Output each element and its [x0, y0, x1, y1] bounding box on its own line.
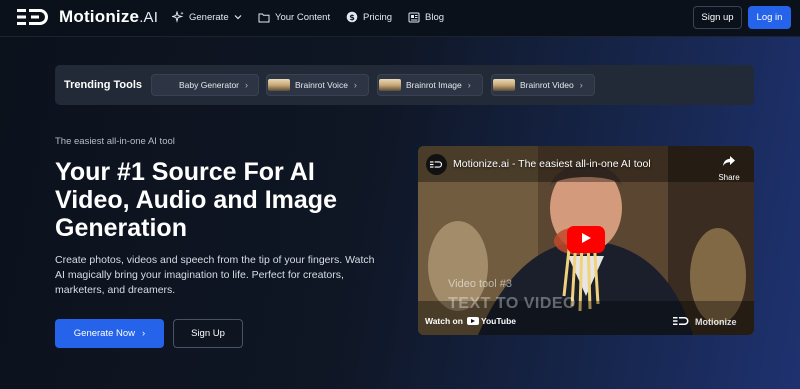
share-icon — [722, 154, 736, 171]
brand-logo[interactable]: Motionize.AI — [17, 7, 158, 27]
chevron-right-icon: › — [467, 80, 471, 90]
nav-your-content[interactable]: Your Content — [258, 10, 330, 24]
video-embed[interactable]: Motionize.ai - The easiest all-in-one AI… — [418, 146, 754, 335]
generate-now-button[interactable]: Generate Now › — [55, 319, 164, 348]
sparkle-icon — [172, 11, 184, 23]
nav-generate-label: Generate — [189, 11, 229, 23]
hero-tagline: The easiest all-in-one AI tool — [55, 136, 175, 147]
chip-label: Brainrot Voice — [295, 80, 348, 90]
motionize-logo-icon — [17, 7, 53, 27]
trending-tools-label: Trending Tools — [64, 79, 143, 91]
channel-avatar[interactable] — [426, 154, 447, 175]
watch-on-youtube-link[interactable]: Watch on YouTube — [425, 313, 516, 328]
brand-name: Motionize.AI — [59, 7, 159, 26]
trending-chip-brainrot-image[interactable]: Brainrot Image › — [377, 74, 483, 96]
video-brand-watermark: Motionize — [673, 316, 737, 328]
hero-description: Create photos, videos and speech from th… — [55, 254, 375, 296]
chip-label: Brainrot Image — [406, 80, 462, 90]
chevron-right-icon: › — [245, 80, 249, 90]
folder-icon — [258, 12, 270, 23]
chevron-right-icon: › — [353, 80, 357, 90]
blog-icon — [408, 12, 420, 23]
login-button[interactable]: Log in — [748, 6, 791, 29]
youtube-logo: YouTube — [466, 315, 517, 326]
nav-blog[interactable]: Blog — [408, 10, 444, 24]
chevron-down-icon — [234, 14, 242, 20]
play-icon — [580, 231, 592, 249]
generate-now-label: Generate Now — [73, 328, 136, 339]
play-button[interactable] — [567, 226, 605, 253]
chip-label: Baby Generator — [179, 80, 240, 90]
video-title[interactable]: Motionize.ai - The easiest all-in-one AI… — [453, 158, 651, 170]
signup-button[interactable]: Sign up — [693, 6, 742, 29]
share-button[interactable]: Share — [714, 154, 744, 182]
top-nav: Motionize.AI Generate Your Content $ Pri… — [0, 0, 800, 37]
nav-your-content-label: Your Content — [275, 11, 331, 23]
chevron-right-icon: › — [579, 80, 583, 90]
chip-thumbnail — [153, 79, 177, 91]
trending-tools-bar: Trending Tools Baby Generator › Brainrot… — [55, 65, 754, 105]
chip-thumbnail — [379, 79, 401, 91]
dollar-icon: $ — [346, 11, 358, 23]
trending-chip-brainrot-voice[interactable]: Brainrot Voice › — [266, 74, 369, 96]
hero-signup-button[interactable]: Sign Up — [173, 319, 243, 348]
hero-headline: Your #1 Source For AI Video, Audio and I… — [55, 158, 337, 242]
youtube-wordmark: YouTube — [480, 315, 517, 326]
trending-chip-baby-generator[interactable]: Baby Generator › — [151, 74, 259, 96]
watch-on-label: Watch on — [425, 315, 463, 326]
watermark-text: Motionize — [695, 317, 737, 327]
trending-chip-brainrot-video[interactable]: Brainrot Video › — [491, 74, 595, 96]
nav-blog-label: Blog — [425, 11, 445, 23]
video-overlay-caption: Video tool #3 — [448, 278, 513, 290]
chevron-right-icon: › — [142, 328, 146, 339]
chip-thumbnail — [493, 79, 515, 91]
chip-label: Brainrot Video — [520, 80, 574, 90]
nav-pricing-label: Pricing — [363, 11, 393, 23]
svg-text:$: $ — [349, 13, 355, 22]
share-label: Share — [718, 173, 740, 182]
video-overlay-title: TEXT TO VIDEO — [448, 295, 576, 312]
chip-thumbnail — [268, 79, 290, 91]
nav-generate[interactable]: Generate — [172, 10, 242, 24]
nav-pricing[interactable]: $ Pricing — [346, 10, 392, 24]
youtube-icon — [466, 316, 479, 325]
motionize-logo-icon — [673, 316, 691, 328]
